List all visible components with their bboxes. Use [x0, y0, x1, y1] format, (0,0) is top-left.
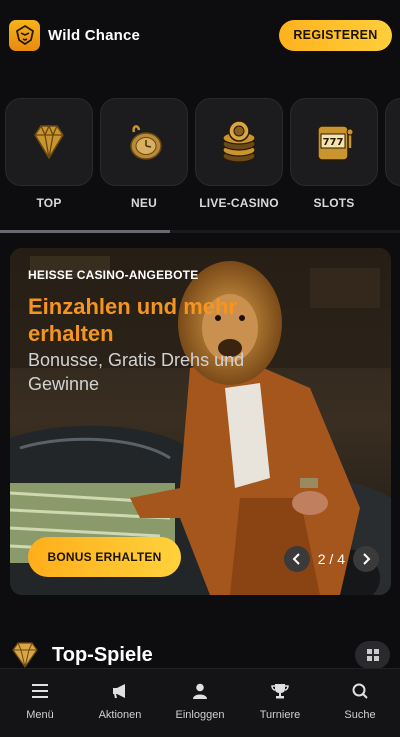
category-carousel[interactable]: TOP NEU LIVE-CASINO 777 SLOTS [0, 98, 400, 218]
search-icon [352, 683, 368, 699]
diamond-icon [34, 124, 64, 160]
category-label: SLOTS [313, 196, 355, 210]
category-more[interactable] [385, 98, 400, 186]
category-tile[interactable] [100, 98, 188, 186]
nav-tournaments[interactable]: Turniere [240, 669, 320, 737]
banner-kicker: HEISSE CASINO-ANGEBOTE [28, 268, 199, 282]
banner-pager: 2 / 4 [283, 546, 379, 572]
category-scrollbar[interactable] [0, 230, 400, 233]
previous-slide-button[interactable] [283, 546, 310, 572]
banner-subtitle: Bonusse, Gratis Drehs und Gewinne [28, 350, 245, 394]
next-slide-button[interactable] [353, 546, 379, 572]
nav-menu[interactable]: Menü [0, 669, 80, 737]
register-button[interactable]: REGISTEREN [279, 19, 392, 51]
category-label: LIVE-CASINO [199, 196, 279, 210]
nav-label: Menü [26, 709, 54, 721]
category-tile[interactable] [385, 98, 400, 186]
category-tile[interactable] [195, 98, 283, 186]
trophy-icon [271, 684, 289, 699]
category-new[interactable]: NEU [100, 98, 188, 210]
grid-icon [366, 649, 379, 661]
app-header: Wild Chance REGISTEREN [0, 0, 400, 70]
nav-login[interactable]: Einloggen [160, 669, 240, 737]
menu-icon [32, 684, 48, 698]
brand-name[interactable]: Wild Chance [48, 27, 140, 44]
claim-bonus-button[interactable]: BONUS ERHALTEN [28, 537, 181, 577]
banner-title: Einzahlen und mehr erhalten [28, 294, 238, 346]
nav-label: Aktionen [98, 709, 142, 721]
grid-view-button[interactable] [355, 641, 390, 669]
promo-banner[interactable]: HEISSE CASINO-ANGEBOTE Einzahlen und meh… [10, 248, 391, 595]
scrollbar-thumb[interactable] [0, 230, 170, 233]
chevron-left-icon [292, 553, 300, 565]
chevron-right-icon [363, 553, 371, 565]
category-label: TOP [36, 196, 62, 210]
diamond-icon [12, 642, 38, 669]
megaphone-icon [113, 684, 125, 699]
pocket-watch-icon [130, 125, 162, 160]
category-tile[interactable]: 777 [290, 98, 378, 186]
section-heading: Top-Spiele [52, 643, 153, 666]
nav-label: Suche [344, 709, 376, 721]
nav-label: Turniere [259, 709, 301, 721]
top-games-section: Top-Spiele [10, 640, 390, 670]
category-live-casino[interactable]: LIVE-CASINO [195, 98, 283, 210]
category-top[interactable]: TOP [5, 98, 93, 210]
slide-counter: 2 / 4 [317, 551, 345, 567]
nav-label: Einloggen [175, 709, 225, 721]
user-icon [193, 683, 207, 699]
casino-chips-icon [222, 120, 256, 163]
nav-search[interactable]: Suche [320, 669, 400, 737]
category-label: NEU [131, 196, 157, 210]
nav-promotions[interactable]: Aktionen [80, 669, 160, 737]
category-tile[interactable] [5, 98, 93, 186]
bottom-navigation: Menü Aktionen Einloggen Turniere Suche [0, 668, 400, 737]
slot-machine-icon: 777 [317, 125, 354, 161]
svg-text:777: 777 [323, 137, 344, 148]
category-slots[interactable]: 777 SLOTS [290, 98, 378, 210]
lion-logo-icon[interactable] [9, 19, 40, 51]
